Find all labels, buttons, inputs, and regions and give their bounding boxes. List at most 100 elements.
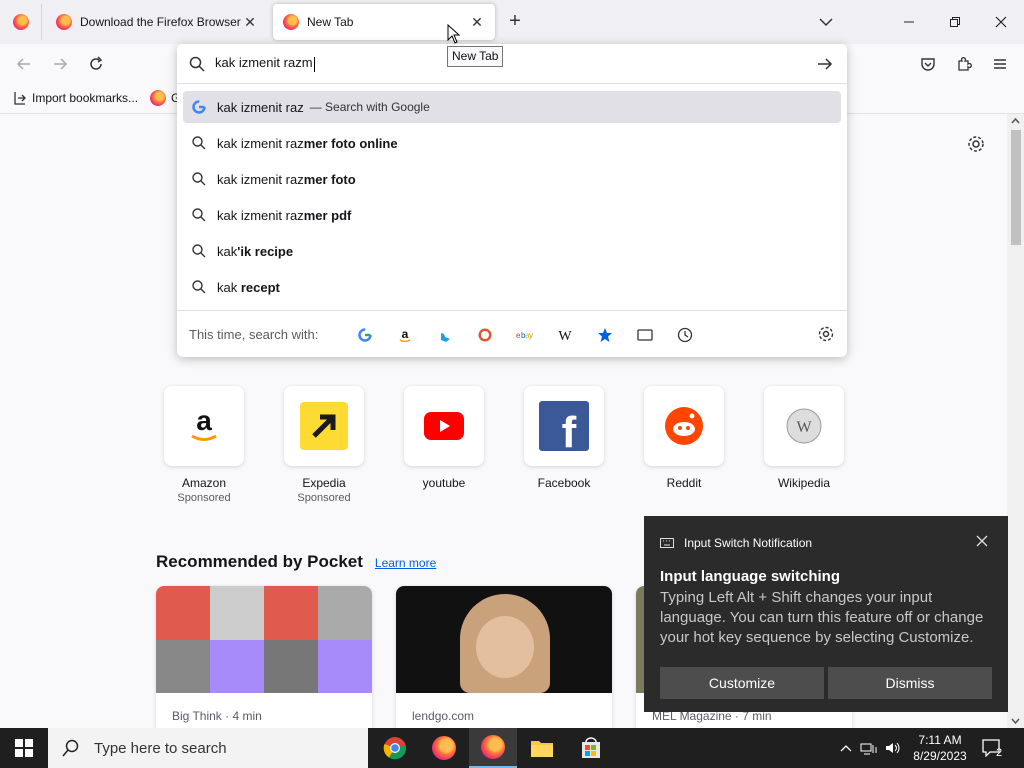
shortcut-facebook[interactable]: f Facebook xyxy=(524,386,604,490)
search-icon xyxy=(192,136,206,150)
scroll-up-icon xyxy=(1011,117,1020,124)
duckduckgo-icon xyxy=(478,328,492,342)
suggestion-text: kak izmenit raz xyxy=(217,99,304,115)
forward-arrow-icon xyxy=(54,58,68,70)
gear-icon xyxy=(818,326,834,342)
customize-button[interactable]: Customize xyxy=(660,667,824,699)
scrollbar-thumb[interactable] xyxy=(1011,130,1021,245)
firefox-favicon-icon xyxy=(283,14,299,30)
network-icon[interactable] xyxy=(860,741,878,755)
pocket-card[interactable]: lendgo.com xyxy=(396,586,612,728)
firefox-favicon-icon xyxy=(150,90,166,106)
suggestion-text: kak xyxy=(217,279,241,295)
pocket-card[interactable]: Big Think · 4 min xyxy=(156,586,372,728)
tab-title: Download the Firefox Browser in xyxy=(80,15,242,29)
shortcut-amazon[interactable]: a Amazon Sponsored xyxy=(164,386,244,504)
suggestion-item[interactable]: kak izmenit raz mer foto online xyxy=(183,127,841,159)
reload-button[interactable] xyxy=(84,52,108,76)
shortcut-reddit[interactable]: Reddit xyxy=(644,386,724,490)
firefox-view-button[interactable] xyxy=(0,4,42,40)
windows-logo-icon xyxy=(15,739,33,757)
tab-new-tab[interactable]: New Tab ✕ xyxy=(273,4,495,40)
import-bookmarks-button[interactable]: Import bookmarks... xyxy=(12,90,138,106)
hamburger-icon xyxy=(994,59,1006,69)
engine-amazon-button[interactable]: a xyxy=(385,325,425,345)
close-tab-icon[interactable]: ✕ xyxy=(242,14,258,31)
restore-button[interactable] xyxy=(932,0,978,44)
notification-body: Typing Left Alt + Shift changes your inp… xyxy=(660,589,984,646)
pocket-button[interactable] xyxy=(916,52,940,76)
menu-button[interactable] xyxy=(988,52,1012,76)
firefox-icon xyxy=(481,735,505,759)
taskbar-firefox[interactable] xyxy=(420,728,468,768)
suggestion-search-with-google[interactable]: kak izmenit raz — Search with Google xyxy=(183,91,841,123)
shortcut-name: youtube xyxy=(422,476,466,490)
forward-button[interactable] xyxy=(48,52,72,76)
suggestion-text: kak xyxy=(217,243,238,259)
search-tabs-button[interactable] xyxy=(625,325,665,345)
suggestion-item[interactable]: kak recept xyxy=(183,271,841,303)
search-settings-button[interactable] xyxy=(817,325,835,346)
extensions-button[interactable] xyxy=(952,52,976,76)
taskbar-chrome[interactable] xyxy=(371,728,419,768)
engine-ebay-button[interactable]: ebay xyxy=(505,325,545,345)
shortcut-youtube[interactable]: youtube xyxy=(404,386,484,490)
engine-bing-button[interactable] xyxy=(425,325,465,345)
keyboard-icon xyxy=(660,538,674,548)
close-tab-icon[interactable]: ✕ xyxy=(469,14,485,31)
card-image xyxy=(396,586,612,693)
suggestion-completion: mer foto online xyxy=(303,135,398,151)
svg-text:y: y xyxy=(529,331,533,340)
engine-wikipedia-button[interactable]: W xyxy=(545,325,585,345)
store-icon xyxy=(582,737,600,758)
suggestion-item[interactable]: kak'ik recipe xyxy=(183,235,841,267)
suggestion-item[interactable]: kak izmenit raz mer pdf xyxy=(183,199,841,231)
taskbar-firefox-active[interactable] xyxy=(469,728,517,768)
youtube-icon xyxy=(424,412,464,440)
taskbar-file-explorer[interactable] xyxy=(518,728,566,768)
engine-duckduckgo-button[interactable] xyxy=(465,325,505,345)
action-center-button[interactable]: 2 xyxy=(982,728,1002,768)
page-scrollbar[interactable] xyxy=(1007,114,1024,728)
list-all-tabs-button[interactable] xyxy=(814,12,838,32)
import-icon xyxy=(14,92,26,105)
learn-more-link[interactable]: Learn more xyxy=(375,556,436,570)
amazon-icon: a xyxy=(191,406,217,441)
personalize-button[interactable] xyxy=(966,134,986,157)
taskbar-search-box[interactable]: Type here to search xyxy=(48,728,368,768)
bookmark-firefox[interactable]: G xyxy=(150,90,180,106)
suggestion-completion: 'ik recipe xyxy=(237,243,294,259)
address-input[interactable]: kak izmenit razm xyxy=(177,44,847,84)
dismiss-button[interactable]: Dismiss xyxy=(828,667,992,699)
close-icon xyxy=(976,535,988,547)
go-arrow-icon[interactable] xyxy=(815,54,835,74)
search-history-button[interactable] xyxy=(665,325,705,345)
close-window-button[interactable] xyxy=(978,0,1024,44)
clock-time: 7:11 AM xyxy=(918,733,962,747)
taskbar-clock[interactable]: 7:11 AM 8/29/2023 xyxy=(906,732,974,764)
notification-close-button[interactable] xyxy=(976,534,988,551)
minimize-button[interactable] xyxy=(886,0,932,44)
pocket-heading: Recommended by Pocket xyxy=(156,552,363,571)
shortcut-wikipedia[interactable]: W Wikipedia xyxy=(764,386,844,490)
taskbar-store[interactable] xyxy=(567,728,615,768)
wikipedia-icon: W xyxy=(558,329,572,342)
shortcut-name: Facebook xyxy=(537,476,591,490)
scroll-down-icon xyxy=(1011,718,1020,725)
shortcut-expedia[interactable]: Expedia Sponsored xyxy=(284,386,364,504)
start-button[interactable] xyxy=(0,728,48,768)
chrome-icon xyxy=(383,737,407,760)
suggestion-text: kak izmenit raz xyxy=(217,207,304,223)
card-source: Big Think · 4 min xyxy=(172,709,262,723)
chevron-up-icon[interactable] xyxy=(838,742,854,754)
star-icon xyxy=(598,328,612,342)
back-button[interactable] xyxy=(12,52,36,76)
shortcut-name: Amazon xyxy=(181,476,227,490)
suggestion-item[interactable]: kak izmenit raz mer foto xyxy=(183,163,841,195)
tab-download-firefox[interactable]: Download the Firefox Browser in ✕ xyxy=(46,4,268,40)
new-tab-button[interactable]: + xyxy=(503,10,527,34)
engine-google-button[interactable] xyxy=(345,325,385,345)
search-bookmarks-button[interactable] xyxy=(585,325,625,345)
volume-icon[interactable] xyxy=(884,741,902,755)
shortcut-name: Expedia xyxy=(302,476,346,490)
